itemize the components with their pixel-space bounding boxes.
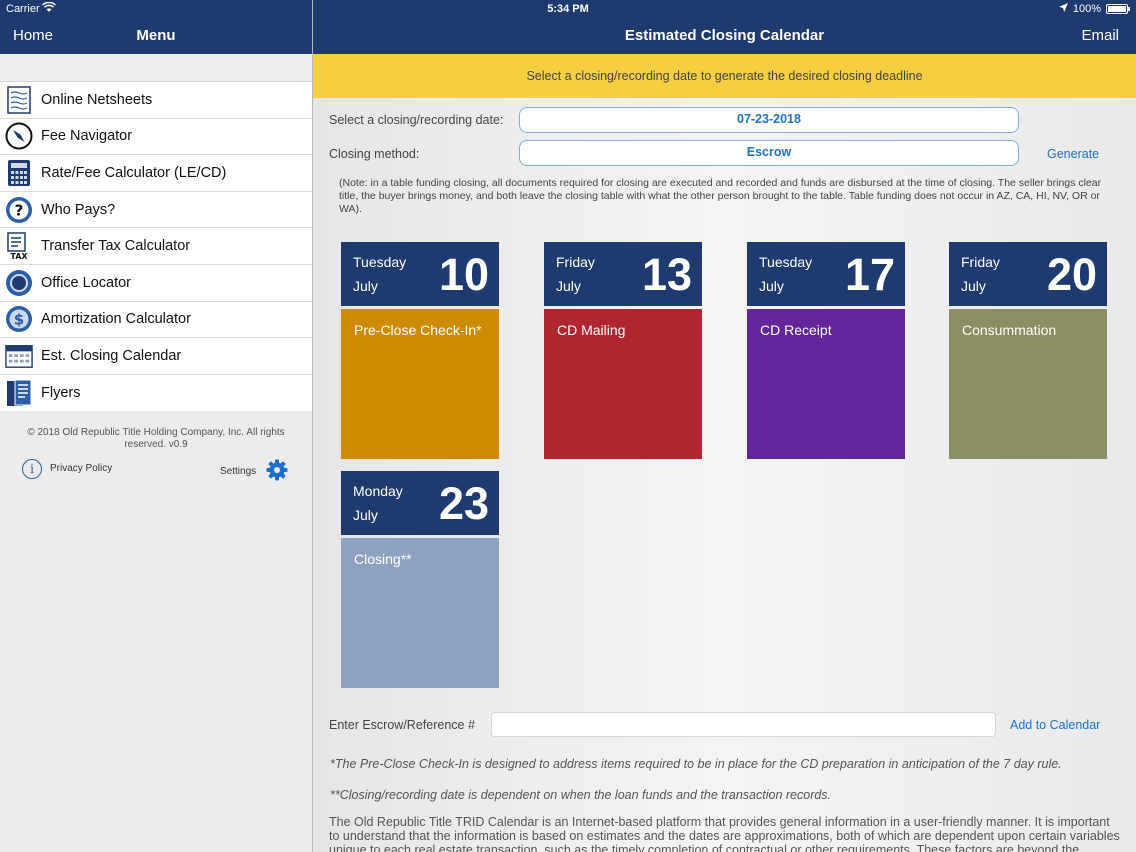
- card-weekday: Friday: [961, 254, 1000, 270]
- netsheet-icon: [5, 86, 33, 114]
- sidebar-menu: Online Netsheets Fee Navigator Rate/Fee …: [0, 82, 312, 412]
- info-icon: i: [22, 459, 42, 480]
- method-label: Closing method:: [329, 147, 420, 161]
- sidebar-item-rate-fee-calculator[interactable]: Rate/Fee Calculator (LE/CD): [0, 155, 312, 192]
- card-day-number: 23: [438, 478, 489, 529]
- dollar-icon: $: [5, 305, 33, 333]
- card-date-header: Friday July 13: [544, 242, 702, 306]
- battery-icon: [1106, 4, 1130, 14]
- status-time: 5:34 PM: [547, 3, 589, 15]
- card-month: July: [353, 507, 378, 523]
- sidebar-item-label: Who Pays?: [41, 201, 116, 218]
- sidebar-item-label: Online Netsheets: [41, 91, 153, 108]
- card-date-header: Tuesday July 17: [747, 242, 905, 306]
- card-month: July: [556, 278, 581, 294]
- date-label: Select a closing/recording date:: [329, 113, 504, 127]
- closing-method-selector[interactable]: Escrow: [519, 140, 1019, 166]
- battery-fill: [1108, 6, 1126, 12]
- top-bar: Carrier 5:34 PM 100% Home Menu Estimated…: [0, 0, 1136, 54]
- email-button[interactable]: Email: [1081, 27, 1119, 44]
- sidebar-item-label: Transfer Tax Calculator: [41, 238, 191, 255]
- sidebar-item-who-pays[interactable]: ? Who Pays?: [0, 192, 312, 229]
- card-weekday: Tuesday: [353, 254, 407, 270]
- footnote-pre-close: *The Pre-Close Check-In is designed to a…: [330, 757, 1062, 771]
- reference-input[interactable]: [491, 712, 996, 737]
- instruction-banner: Select a closing/recording date to gener…: [313, 54, 1136, 98]
- calendar-card[interactable]: Monday July 23 Closing**: [341, 471, 499, 688]
- card-month: July: [353, 278, 378, 294]
- calculator-icon: [5, 159, 33, 187]
- card-event: Closing**: [341, 538, 499, 688]
- svg-text:?: ?: [15, 201, 24, 219]
- question-icon: ?: [5, 196, 33, 224]
- sidebar-item-online-netsheets[interactable]: Online Netsheets: [0, 82, 312, 119]
- calendar-card[interactable]: Tuesday July 10 Pre-Close Check-In*: [341, 242, 499, 459]
- page-title: Estimated Closing Calendar: [624, 27, 825, 44]
- generate-button[interactable]: Generate: [1047, 147, 1099, 161]
- calendar-card[interactable]: Friday July 13 CD Mailing: [544, 242, 702, 459]
- card-event: CD Mailing: [544, 309, 702, 459]
- settings-link[interactable]: Settings: [220, 459, 288, 485]
- svg-text:$: $: [14, 311, 24, 329]
- footnote-closing: **Closing/recording date is dependent on…: [330, 788, 832, 802]
- sidebar-item-flyers[interactable]: Flyers: [0, 375, 312, 412]
- card-date-header: Monday July 23: [341, 471, 499, 535]
- card-month: July: [961, 278, 986, 294]
- card-date-header: Friday July 20: [949, 242, 1107, 306]
- sidebar-item-label: Fee Navigator: [41, 128, 133, 145]
- card-weekday: Tuesday: [759, 254, 813, 270]
- card-day-number: 13: [641, 249, 692, 300]
- copyright-text: © 2018 Old Republic Title Holding Compan…: [27, 427, 285, 451]
- privacy-policy-label: Privacy Policy: [50, 463, 113, 475]
- sidebar-spacer: [0, 54, 312, 82]
- calendar-card[interactable]: Friday July 20 Consummation: [949, 242, 1107, 459]
- sidebar-item-label: Rate/Fee Calculator (LE/CD): [41, 164, 227, 181]
- sidebar-item-label: Amortization Calculator: [41, 311, 191, 328]
- privacy-policy-link[interactable]: i Privacy Policy: [22, 459, 113, 480]
- status-right: 100%: [1058, 3, 1130, 15]
- sidebar-footer: © 2018 Old Republic Title Holding Compan…: [0, 411, 312, 487]
- settings-label: Settings: [220, 466, 257, 478]
- sidebar-item-amortization-calculator[interactable]: $ Amortization Calculator: [0, 302, 312, 339]
- compass-icon: [5, 122, 33, 150]
- card-event: Pre-Close Check-In*: [341, 309, 499, 459]
- main-nav-bar: Estimated Closing Calendar Email: [313, 18, 1136, 54]
- flyer-icon: [5, 379, 33, 407]
- card-day-number: 10: [438, 249, 489, 300]
- card-weekday: Friday: [556, 254, 595, 270]
- table-funding-note: (Note: in a table funding closing, all d…: [339, 177, 1102, 215]
- add-to-calendar-button[interactable]: Add to Calendar: [1010, 718, 1100, 732]
- calendar-icon: [5, 342, 33, 370]
- reference-label: Enter Escrow/Reference #: [329, 718, 475, 732]
- sidebar-item-transfer-tax-calculator[interactable]: TAX Transfer Tax Calculator: [0, 228, 312, 265]
- locator-icon: [5, 269, 33, 297]
- main-panel: Select a closing/recording date to gener…: [313, 54, 1136, 852]
- calendar-card[interactable]: Tuesday July 17 CD Receipt: [747, 242, 905, 459]
- svg-text:TAX: TAX: [10, 252, 28, 260]
- status-bar: Carrier 5:34 PM 100%: [0, 0, 1136, 18]
- sidebar-item-label: Office Locator: [41, 274, 132, 291]
- sidebar-item-label: Est. Closing Calendar: [41, 347, 182, 364]
- tax-icon: TAX: [5, 232, 33, 260]
- sidebar-item-est-closing-calendar[interactable]: Est. Closing Calendar: [0, 338, 312, 375]
- gear-icon: [266, 459, 288, 485]
- closing-date-picker[interactable]: 07-23-2018: [519, 107, 1019, 133]
- card-event: CD Receipt: [747, 309, 905, 459]
- disclaimer-text: The Old Republic Title TRID Calendar is …: [329, 815, 1120, 852]
- card-weekday: Monday: [353, 483, 403, 499]
- sidebar: Online Netsheets Fee Navigator Rate/Fee …: [0, 54, 312, 852]
- battery-percent: 100%: [1072, 3, 1101, 15]
- sidebar-item-office-locator[interactable]: Office Locator: [0, 265, 312, 302]
- card-date-header: Tuesday July 10: [341, 242, 499, 306]
- location-arrow-icon: [1058, 3, 1068, 15]
- sidebar-item-fee-navigator[interactable]: Fee Navigator: [0, 119, 312, 156]
- menu-title: Menu: [136, 27, 176, 44]
- card-event: Consummation: [949, 309, 1107, 459]
- card-day-number: 17: [844, 249, 895, 300]
- card-day-number: 20: [1046, 249, 1097, 300]
- card-month: July: [759, 278, 784, 294]
- menu-nav-bar: Home Menu: [0, 18, 312, 54]
- sidebar-footer-links: i Privacy Policy Settings: [0, 457, 312, 487]
- sidebar-item-label: Flyers: [41, 385, 81, 402]
